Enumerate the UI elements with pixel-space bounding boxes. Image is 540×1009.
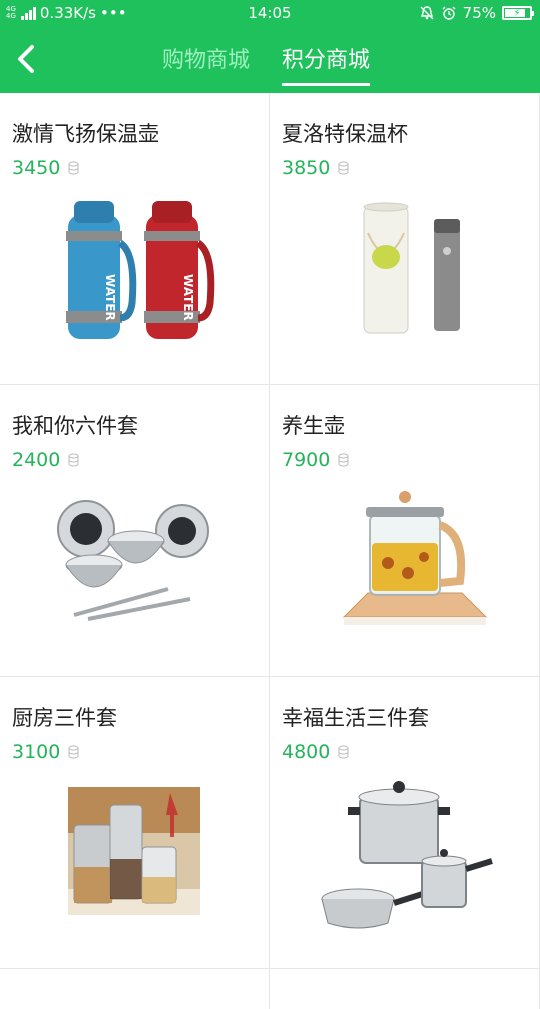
points-value: 3850 [282, 157, 331, 179]
product-image-health-kettle [342, 491, 488, 625]
coin-stack-icon [338, 161, 349, 175]
product-card[interactable]: 厨房三件套 3100 [0, 677, 270, 969]
tab-points-mall[interactable]: 积分商城 [282, 42, 371, 86]
product-card-partial [0, 969, 270, 1009]
coin-stack-icon [338, 745, 349, 759]
product-image-kitchen-jars [68, 787, 200, 915]
product-points: 2400 [12, 449, 79, 471]
battery-icon: ⚡ [502, 6, 534, 20]
points-value: 3100 [12, 741, 61, 763]
tab-label: 购物商城 [162, 48, 251, 73]
product-name: 夏洛特保温杯 [282, 122, 408, 146]
coin-stack-icon [68, 745, 79, 759]
product-card[interactable]: 夏洛特保温杯 3850 [270, 93, 540, 385]
points-value: 4800 [282, 741, 331, 763]
product-name: 养生壶 [282, 414, 345, 438]
mute-bell-icon [420, 6, 434, 20]
product-card[interactable]: 激情飞扬保温壶 3450 WATER WATER [0, 93, 270, 385]
product-image-thermos: WATER WATER [66, 201, 215, 339]
coin-stack-icon [68, 161, 79, 175]
product-points: 3850 [282, 157, 349, 179]
product-points: 3100 [12, 741, 79, 763]
coin-stack-icon [338, 453, 349, 467]
product-image-vacuum-cup [363, 202, 460, 334]
status-right: 75% ⚡ [419, 4, 534, 22]
svg-text:WATER: WATER [103, 274, 117, 321]
points-value: 3450 [12, 157, 61, 179]
top-nav-bar: 购物商城 积分商城 [0, 27, 540, 93]
product-image-pot-set [321, 781, 493, 929]
tab-shopping-mall[interactable]: 购物商城 [162, 42, 250, 74]
svg-text:WATER: WATER [181, 274, 195, 321]
points-value: 2400 [12, 449, 61, 471]
product-name: 激情飞扬保温壶 [12, 122, 159, 146]
back-arrow-icon[interactable] [12, 41, 44, 77]
product-points: 4800 [282, 741, 349, 763]
product-name: 我和你六件套 [12, 414, 138, 438]
status-bar: 4G 4G 0.33K/s ••• 14:05 75% ⚡ [0, 0, 540, 27]
coin-stack-icon [68, 453, 79, 467]
product-card[interactable]: 养生壶 7900 [270, 385, 540, 677]
product-name: 厨房三件套 [12, 706, 117, 730]
product-image-bowl-set [57, 500, 209, 621]
active-tab-indicator [282, 83, 371, 86]
battery-percent: 75% [462, 4, 496, 22]
product-points: 7900 [282, 449, 349, 471]
product-card-partial [270, 969, 540, 1009]
product-points: 3450 [12, 157, 79, 179]
points-value: 7900 [282, 449, 331, 471]
product-card[interactable]: 我和你六件套 2400 [0, 385, 270, 677]
product-name: 幸福生活三件套 [282, 706, 429, 730]
tab-label: 积分商城 [282, 48, 371, 73]
product-card[interactable]: 幸福生活三件套 4800 [270, 677, 540, 969]
alarm-icon [442, 6, 456, 20]
